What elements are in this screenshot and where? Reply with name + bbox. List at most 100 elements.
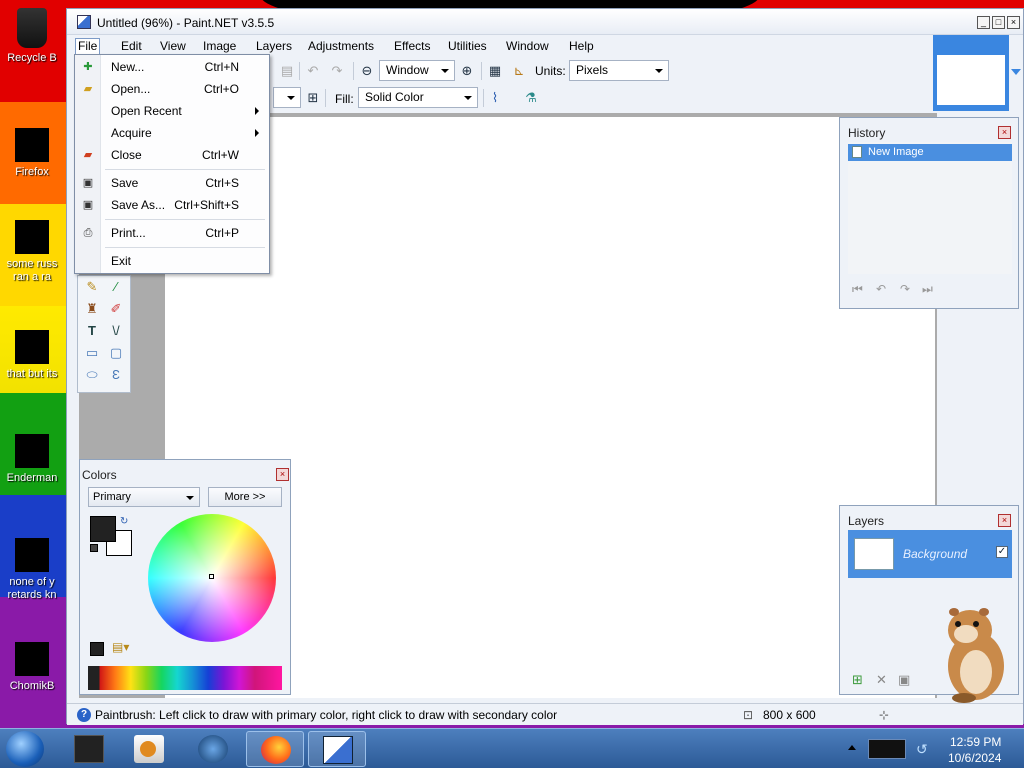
taskbar-item-browser[interactable] <box>184 731 242 767</box>
layer-visibility-checkbox[interactable]: ✓ <box>996 546 1008 558</box>
menu-item-acquire[interactable]: Acquire <box>75 123 269 143</box>
menu-item-close[interactable]: ▰ Close Ctrl+W <box>75 145 269 165</box>
history-item-label: New Image <box>868 146 924 158</box>
menu-window[interactable]: Window <box>506 39 549 53</box>
taskbar-item-firefox[interactable] <box>246 731 304 767</box>
title-bar[interactable]: Untitled (96%) - Paint.NET v3.5.5 _ □ × <box>67 9 1023 35</box>
clock-time[interactable]: 12:59 PM <box>950 735 1001 749</box>
add-to-palette-icon[interactable] <box>90 642 104 656</box>
image-size: 800 x 600 <box>763 708 816 722</box>
menu-utilities[interactable]: Utilities <box>448 39 487 53</box>
primary-color-swatch[interactable] <box>90 516 116 542</box>
desktop-icon-enderman[interactable]: Enderman <box>0 434 64 485</box>
taskbar-item-media[interactable] <box>120 731 178 767</box>
image-list-arrow-icon[interactable] <box>1011 69 1021 75</box>
undo-icon[interactable]: ↶ <box>305 63 321 79</box>
grid-icon[interactable]: ▦ <box>487 63 503 79</box>
desktop-icon-chomik[interactable]: ChomikB <box>0 642 64 693</box>
clock-date[interactable]: 10/6/2024 <box>948 751 1001 765</box>
desktop-icon-firefox[interactable]: Firefox <box>0 128 64 179</box>
desktop-icon-recycle-bin[interactable]: Recycle B <box>0 8 64 65</box>
more-colors-button[interactable]: More >> <box>208 487 282 507</box>
menu-file[interactable]: File <box>75 38 101 55</box>
text-tool-icon[interactable]: T <box>82 322 102 340</box>
menu-adjustments[interactable]: Adjustments <box>308 39 374 53</box>
ellipse-tool-icon[interactable]: ⬭ <box>82 366 102 384</box>
taskbar-item-paint-net[interactable] <box>308 731 366 767</box>
swap-colors-icon[interactable]: ↻ <box>120 516 128 527</box>
menu-item-shortcut: Ctrl+P <box>205 226 239 240</box>
menu-item-label: Close <box>111 148 142 162</box>
zoom-in-icon[interactable]: ⊕ <box>459 63 475 79</box>
menu-layers[interactable]: Layers <box>256 39 292 53</box>
clone-stamp-tool-icon[interactable]: ♜ <box>82 300 102 318</box>
color-mode-combo[interactable]: Primary <box>88 487 200 507</box>
menu-item-print[interactable]: ⎙ Print... Ctrl+P <box>75 223 269 243</box>
brush-width-combo[interactable] <box>273 87 301 108</box>
menu-view[interactable]: View <box>160 39 186 53</box>
palette-menu-icon[interactable]: ▤▾ <box>112 640 129 654</box>
rounded-rectangle-tool-icon[interactable]: ▢ <box>106 344 126 362</box>
minimize-button[interactable]: _ <box>977 16 990 29</box>
colors-close-button[interactable]: × <box>276 468 289 481</box>
fill-combo[interactable]: Solid Color <box>358 87 478 108</box>
sync-tray-icon[interactable]: ↺ <box>916 741 928 758</box>
delete-layer-icon[interactable]: ✕ <box>876 672 887 688</box>
antialias-icon[interactable]: ⊞ <box>305 90 321 106</box>
history-item[interactable]: New Image <box>848 144 1012 161</box>
add-layer-icon[interactable]: ⊞ <box>852 672 863 688</box>
layers-panel-title: Layers <box>848 514 885 528</box>
network-tray-icon[interactable] <box>868 739 906 759</box>
recolor-tool-icon[interactable]: ✐ <box>106 300 126 318</box>
close-button[interactable]: × <box>1007 16 1020 29</box>
history-redo-icon[interactable]: ↷ <box>900 282 910 296</box>
menu-effects[interactable]: Effects <box>394 39 430 53</box>
show-hidden-icons-icon[interactable] <box>848 745 856 750</box>
menu-item-save[interactable]: ▣ Save Ctrl+S <box>75 173 269 193</box>
freeform-shape-tool-icon[interactable]: Ɛ <box>106 366 126 384</box>
maximize-button[interactable]: □ <box>992 16 1005 29</box>
redo-icon[interactable]: ↷ <box>329 63 345 79</box>
zoom-out-icon[interactable]: ⊖ <box>359 63 375 79</box>
menu-item-open-recent[interactable]: Open Recent <box>75 101 269 121</box>
line-tool-icon[interactable]: \/ <box>106 322 126 340</box>
menu-item-label: Acquire <box>111 126 152 140</box>
firefox-icon <box>261 736 291 764</box>
rectangle-tool-icon[interactable]: ▭ <box>82 344 102 362</box>
layers-close-button[interactable]: × <box>998 514 1011 527</box>
menu-image[interactable]: Image <box>203 39 236 53</box>
antialiasing-icon[interactable]: ⌇ <box>487 90 503 106</box>
ruler-icon[interactable]: ⊾ <box>511 63 527 79</box>
desktop-icon-image[interactable]: that but its <box>0 330 64 381</box>
history-last-icon[interactable]: ⏭ <box>922 282 933 297</box>
more-colors-label: More >> <box>224 491 266 503</box>
image-size-icon: ⊡ <box>743 708 754 722</box>
menu-item-new[interactable]: ✚ New... Ctrl+N <box>75 57 269 77</box>
duplicate-layer-icon[interactable]: ▣ <box>898 672 910 688</box>
menu-edit[interactable]: Edit <box>121 39 142 53</box>
color-picker-tool-icon[interactable]: ⁄ <box>106 278 126 296</box>
desktop-icon-video[interactable]: some russ ran a ra <box>0 220 64 284</box>
taskbar-item-cmd[interactable] <box>60 731 118 767</box>
history-undo-icon[interactable]: ↶ <box>876 282 886 296</box>
history-first-icon[interactable]: ⏮ <box>852 282 863 297</box>
pencil-tool-icon[interactable]: ✎ <box>82 278 102 296</box>
desktop-icon-chrome[interactable]: none of y retards kn <box>0 538 64 602</box>
layer-row[interactable]: Background ✓ <box>848 530 1012 578</box>
menu-item-exit[interactable]: Exit <box>75 251 269 271</box>
reset-colors-icon[interactable] <box>90 544 98 552</box>
color-palette[interactable] <box>88 666 282 690</box>
menu-item-save-as[interactable]: ▣ Save As... Ctrl+Shift+S <box>75 195 269 215</box>
alpha-blending-icon[interactable]: ⚗ <box>523 90 539 106</box>
menu-help[interactable]: Help <box>569 39 594 53</box>
image-file-icon <box>15 330 49 364</box>
desktop-icon-label: Recycle B <box>7 52 57 64</box>
menu-item-open[interactable]: ▰ Open... Ctrl+O <box>75 79 269 99</box>
start-button[interactable] <box>6 731 44 767</box>
history-close-button[interactable]: × <box>998 126 1011 139</box>
image-thumbnail[interactable] <box>933 35 1009 111</box>
zoom-combo[interactable]: Window <box>379 60 455 81</box>
units-combo[interactable]: Pixels <box>569 60 669 81</box>
status-bar: ? Paintbrush: Left click to draw with pr… <box>67 703 1023 725</box>
paste-icon[interactable]: ▤ <box>279 63 295 79</box>
